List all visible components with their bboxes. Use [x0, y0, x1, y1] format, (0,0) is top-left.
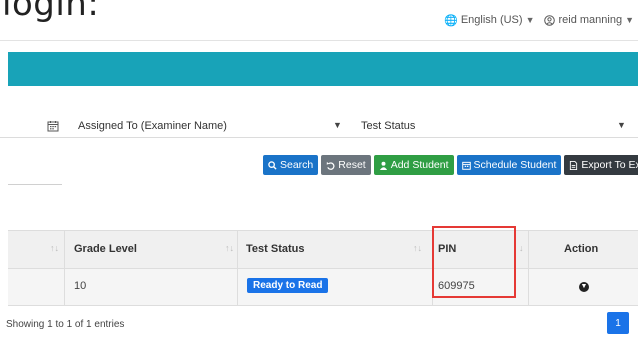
chevron-down-icon: ▼: [525, 15, 535, 25]
filter-bar: Assigned To (Examiner Name) ▼ Test Statu…: [0, 117, 638, 137]
column-divider: [237, 231, 238, 268]
column-header-grade-level[interactable]: Grade Level: [74, 243, 137, 255]
header-banner: [8, 52, 638, 86]
export-label: Export To Excel: [581, 159, 638, 171]
top-bar: 🌐 English (US) ▼ reid manning ▼: [444, 10, 634, 30]
column-divider: [528, 231, 529, 268]
export-excel-button[interactable]: Export To Excel: [564, 155, 638, 175]
calendar-icon[interactable]: [47, 120, 59, 132]
header-divider: [0, 40, 638, 41]
status-badge: Ready to Read: [247, 278, 329, 293]
column-divider: [528, 269, 529, 305]
chevron-down-icon[interactable]: ▼: [617, 120, 626, 130]
column-header-test-status[interactable]: Test Status: [246, 243, 304, 255]
sort-icon[interactable]: ↑↓: [413, 243, 422, 253]
chevron-down-icon: ▼: [625, 15, 634, 25]
column-divider: [64, 231, 65, 268]
language-icon: 🌐: [444, 14, 458, 27]
pin-highlight-box: [432, 226, 516, 298]
add-student-button[interactable]: Add Student: [373, 155, 454, 175]
file-icon: [570, 160, 578, 170]
calendar-icon: [461, 161, 471, 170]
column-header-action: Action: [564, 243, 599, 255]
user-icon: [379, 161, 387, 170]
pagination-page-button[interactable]: 1: [607, 312, 629, 334]
sort-icon[interactable]: ↑↓: [225, 243, 234, 253]
filter-underline: [0, 137, 638, 138]
search-button[interactable]: Search: [263, 155, 319, 175]
search-field-underline[interactable]: [8, 184, 62, 185]
caption-text: login:: [2, 0, 100, 24]
column-divider: [237, 269, 238, 305]
test-status-select[interactable]: Test Status: [361, 120, 415, 132]
assigned-to-select[interactable]: Assigned To (Examiner Name): [78, 120, 227, 132]
user-menu[interactable]: reid manning ▼: [544, 14, 634, 26]
language-selector[interactable]: 🌐 English (US) ▼: [444, 14, 534, 27]
sort-icon[interactable]: ↑↓: [50, 243, 59, 253]
action-buttons: Search Reset Add Student Schedule Studen…: [263, 155, 638, 175]
user-name: reid manning: [558, 14, 623, 26]
table-row: 10 Ready to Read 609975 ▼: [8, 269, 638, 306]
search-icon: [268, 160, 277, 170]
user-icon: [544, 14, 556, 26]
students-table: ↑↓ Grade Level ↑↓ Test Status ↑↓ PIN ↓ A…: [8, 230, 638, 306]
column-divider: [64, 269, 65, 305]
sort-icon[interactable]: ↓: [519, 243, 524, 253]
reset-label: Reset: [338, 159, 366, 171]
reset-button[interactable]: Reset: [321, 155, 371, 175]
schedule-student-button[interactable]: Schedule Student: [456, 155, 562, 175]
action-chevron-icon[interactable]: ▼: [579, 282, 589, 292]
add-student-label: Add Student: [390, 159, 449, 171]
search-label: Search: [280, 159, 314, 171]
entries-info: Showing 1 to 1 of 1 entries: [6, 319, 125, 330]
undo-icon: [327, 161, 335, 170]
language-label: English (US): [460, 14, 523, 26]
chevron-down-icon[interactable]: ▼: [333, 120, 342, 130]
cell-grade-level: 10: [74, 280, 87, 292]
schedule-student-label: Schedule Student: [473, 159, 557, 171]
table-header: ↑↓ Grade Level ↑↓ Test Status ↑↓ PIN ↓ A…: [8, 230, 638, 269]
